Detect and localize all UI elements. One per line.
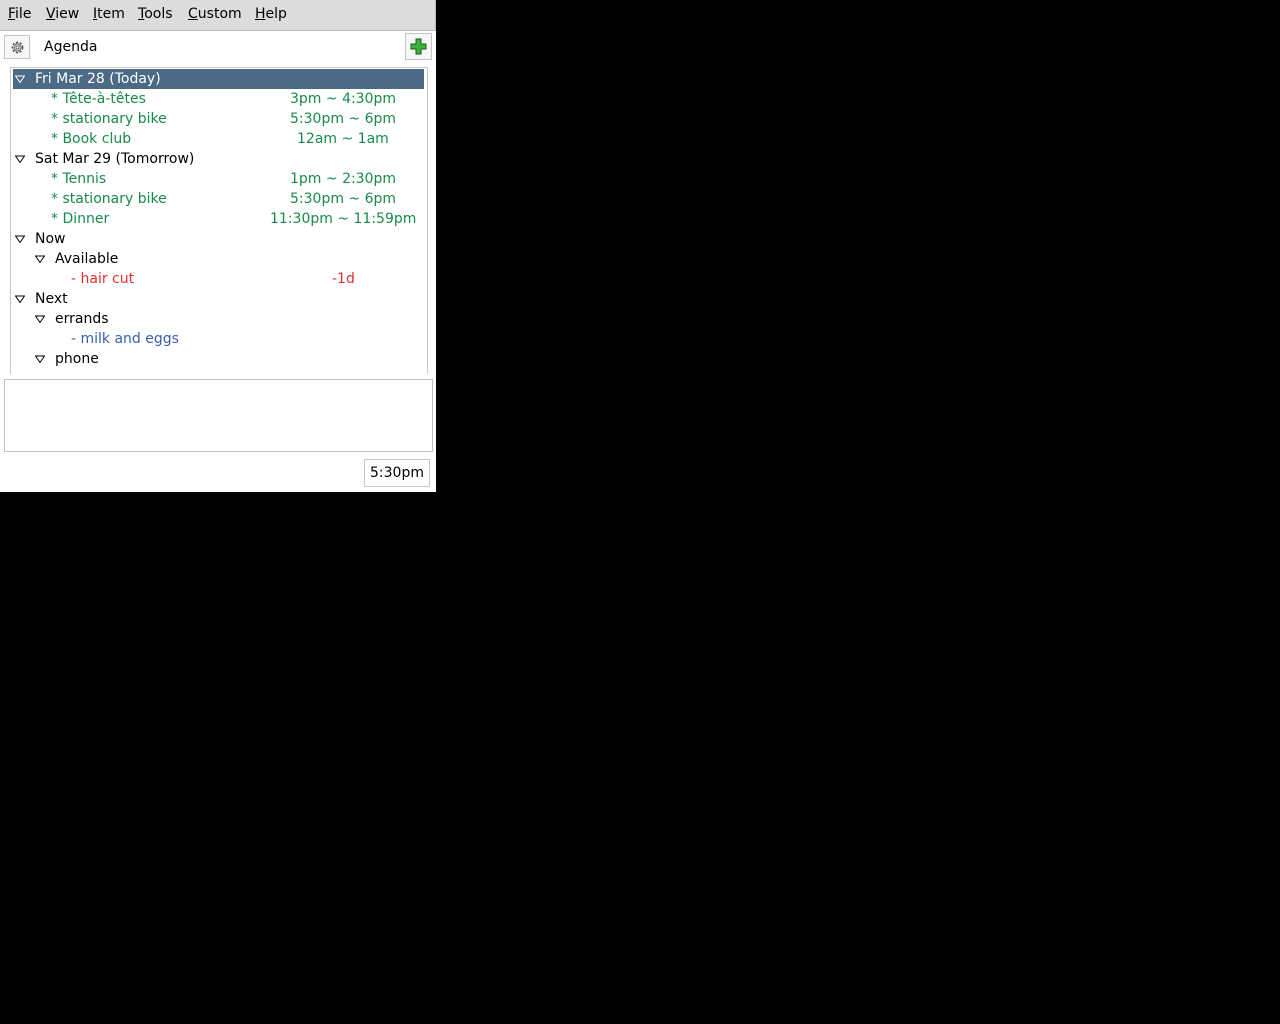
add-item-button[interactable] [405,33,432,60]
app-window: File View Item Tools Custom Help Agenda … [0,0,436,492]
event-row[interactable]: * Book club 12am ~ 1am [11,129,423,149]
current-time-display[interactable]: 5:30pm [364,459,430,487]
event-label: * Book club [51,131,132,147]
expander-open-icon[interactable] [35,315,45,323]
event-time: 5:30pm ~ 6pm [290,191,397,207]
menu-bar: File View Item Tools Custom Help [0,0,436,31]
menu-item[interactable]: Item [93,6,125,22]
plus-icon [410,38,427,55]
tree-row-today[interactable]: Fri Mar 28 (Today) [13,69,424,89]
menu-help[interactable]: Help [255,6,287,22]
context-label: phone [55,351,99,367]
task-label: - milk and eggs [71,331,179,347]
tree-row-context[interactable]: phone [11,349,423,369]
menu-view[interactable]: View [46,6,79,22]
expander-open-icon[interactable] [15,235,25,243]
context-label: Available [55,251,119,267]
expander-open-icon[interactable] [35,255,45,263]
event-label: * Dinner [51,211,110,227]
notes-area[interactable] [4,379,433,452]
toolbar: Agenda [0,31,436,63]
agenda-tree[interactable]: Fri Mar 28 (Today) * Tête-à-têtes 3pm ~ … [10,67,428,374]
settings-button[interactable] [4,35,30,59]
expander-open-icon[interactable] [15,155,25,163]
task-row[interactable]: - milk and eggs [11,329,423,349]
section-label: Next [35,291,68,307]
tree-row-tomorrow[interactable]: Sat Mar 29 (Tomorrow) [11,149,423,169]
tree-row-context[interactable]: Available [11,249,423,269]
tree-row-now[interactable]: Now [11,229,423,249]
tree-row-next[interactable]: Next [11,289,423,309]
gear-icon [11,41,24,54]
date-header-label: Fri Mar 28 (Today) [35,71,161,87]
event-row[interactable]: * Dinner 11:30pm ~ 11:59pm [11,209,423,229]
menu-file[interactable]: File [8,6,31,22]
expander-open-icon[interactable] [15,75,25,83]
event-time: 12am ~ 1am [297,131,389,147]
task-due: -1d [332,271,355,287]
section-label: Now [35,231,66,247]
event-label: * stationary bike [51,191,167,207]
event-label: * Tête-à-têtes [51,91,146,107]
event-time: 5:30pm ~ 6pm [290,111,397,127]
view-title: Agenda [44,39,98,55]
event-row[interactable]: * Tennis 1pm ~ 2:30pm [11,169,423,189]
task-label: - hair cut [71,271,135,287]
context-label: errands [55,311,109,327]
expander-open-icon[interactable] [15,295,25,303]
date-header-label: Sat Mar 29 (Tomorrow) [35,151,195,167]
event-label: * stationary bike [51,111,167,127]
event-time: 11:30pm ~ 11:59pm [270,211,417,227]
menu-tools[interactable]: Tools [138,6,173,22]
menu-custom[interactable]: Custom [188,6,242,22]
event-label: * Tennis [51,171,107,187]
expander-open-icon[interactable] [35,355,45,363]
tree-row-context[interactable]: errands [11,309,423,329]
event-row[interactable]: * stationary bike 5:30pm ~ 6pm [11,189,423,209]
task-row[interactable]: - hair cut -1d [11,269,423,289]
event-row[interactable]: * stationary bike 5:30pm ~ 6pm [11,109,423,129]
event-time: 1pm ~ 2:30pm [290,171,397,187]
event-time: 3pm ~ 4:30pm [290,91,397,107]
event-row[interactable]: * Tête-à-têtes 3pm ~ 4:30pm [11,89,423,109]
